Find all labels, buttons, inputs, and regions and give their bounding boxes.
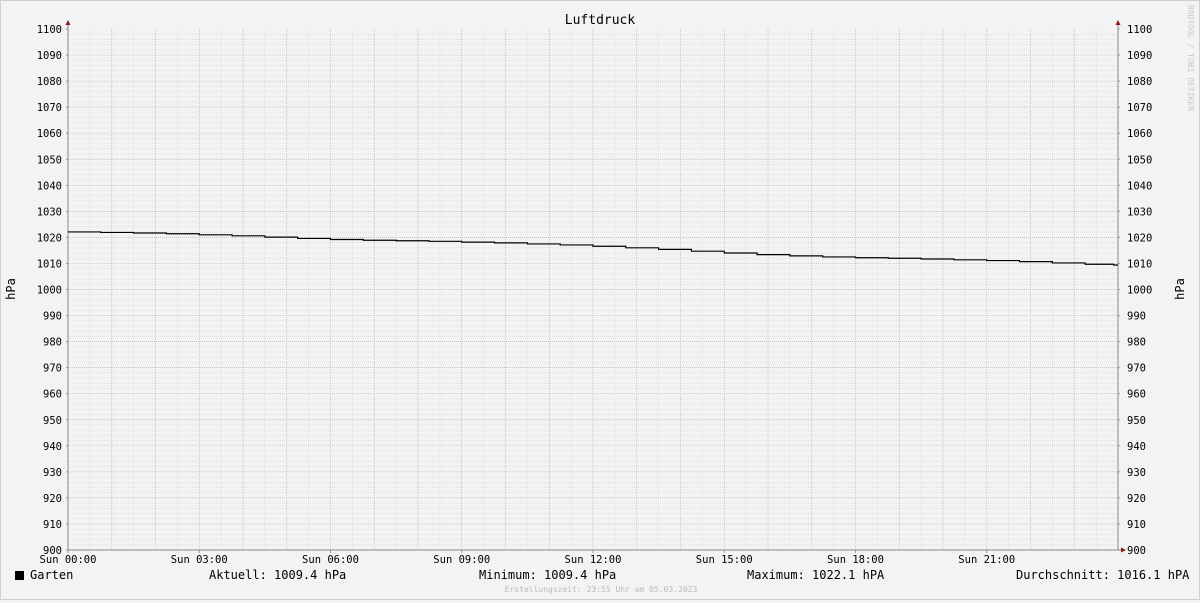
y-tick-label-left: 1050 <box>37 154 62 166</box>
x-tick-label: Sun 09:00 <box>433 554 490 566</box>
footer-timestamp: Erstellungszeit: 23:55 Uhr am 05.03.2023 <box>504 585 698 594</box>
y-tick-label-right: 900 <box>1127 545 1146 557</box>
y-tick-label-right: 1090 <box>1127 50 1152 62</box>
y-tick-label-right: 1040 <box>1127 180 1152 192</box>
legend-series-name: Garten <box>30 568 74 582</box>
y-tick-label-left: 920 <box>43 493 62 505</box>
y-tick-label-right: 950 <box>1127 415 1146 427</box>
y-tick-label-left: 1060 <box>37 128 62 140</box>
watermark: RRDTOOL / TOBI OETIKER <box>1186 5 1195 111</box>
y-tick-label-left: 1090 <box>37 50 62 62</box>
y-tick-label-right: 1070 <box>1127 102 1152 114</box>
y-tick-label-right: 1010 <box>1127 258 1152 270</box>
y-tick-label-left: 1070 <box>37 102 62 114</box>
x-tick-label: Sun 21:00 <box>958 554 1015 566</box>
y-axis-label-left: hPa <box>4 278 18 300</box>
y-tick-label-right: 960 <box>1127 389 1146 401</box>
y-tick-label-right: 940 <box>1127 441 1146 453</box>
y-tick-label-left: 970 <box>43 363 62 375</box>
x-tick-label: Sun 18:00 <box>827 554 884 566</box>
y-tick-label-left: 990 <box>43 311 62 323</box>
y-tick-label-left: 1080 <box>37 76 62 88</box>
y-tick-label-right: 920 <box>1127 493 1146 505</box>
y-tick-label-left: 910 <box>43 519 62 531</box>
chart-title: Luftdruck <box>565 13 636 28</box>
y-tick-label-right: 1050 <box>1127 154 1152 166</box>
y-tick-label-left: 950 <box>43 415 62 427</box>
y-tick-label-right: 1080 <box>1127 76 1152 88</box>
legend-swatch <box>15 571 24 580</box>
y-tick-label-right: 970 <box>1127 363 1146 375</box>
chart-frame: Luftdruck hPa hPa 900 910 920 930 940 950 960 9… <box>0 0 1200 600</box>
y-tick-label-right: 990 <box>1127 311 1146 323</box>
stat-maximum: Maximum: 1022.1 hPA <box>747 568 885 582</box>
legend-entry-garten: Garten <box>15 568 73 582</box>
y-tick-label-left: 960 <box>43 389 62 401</box>
y-tick-label-right: 980 <box>1127 337 1146 349</box>
y-tick-label-right: 910 <box>1127 519 1146 531</box>
y-axis-arrow-left <box>65 20 71 25</box>
y-tick-label-left: 1030 <box>37 206 62 218</box>
chart-svg: Luftdruck hPa hPa 900 910 920 930 940 950 960 9… <box>4 13 1187 566</box>
y-tick-label-left: 930 <box>43 467 62 479</box>
y-tick-label-left: 980 <box>43 337 62 349</box>
x-tick-label: Sun 03:00 <box>171 554 228 566</box>
x-tick-label: Sun 12:00 <box>565 554 622 566</box>
y-tick-label-right: 1060 <box>1127 128 1152 140</box>
stat-aktuell: Aktuell: 1009.4 hPa <box>209 568 347 582</box>
y-axis-arrow-right <box>1115 20 1121 25</box>
y-tick-label-right: 1000 <box>1127 285 1152 297</box>
y-tick-label-left: 1020 <box>37 232 62 244</box>
y-tick-label-right: 1020 <box>1127 232 1152 244</box>
x-axis-arrow <box>1121 547 1126 553</box>
x-tick-label: Sun 15:00 <box>696 554 753 566</box>
y-tick-label-left: 940 <box>43 441 62 453</box>
x-tick-label: Sun 00:00 <box>40 554 97 566</box>
series-line-garten <box>68 231 1118 266</box>
y-tick-label-left: 1000 <box>37 285 62 297</box>
y-axis-label-right: hPa <box>1173 278 1187 300</box>
y-tick-label-right: 1030 <box>1127 206 1152 218</box>
stat-durchschnitt: Durchschnitt: 1016.1 hPA <box>1016 568 1190 582</box>
y-tick-label-left: 1040 <box>37 180 62 192</box>
y-tick-label-right: 1100 <box>1127 24 1152 36</box>
y-tick-label-left: 1010 <box>37 258 62 270</box>
y-tick-label-left: 1100 <box>37 24 62 36</box>
y-tick-label-right: 930 <box>1127 467 1146 479</box>
stat-minimum: Minimum: 1009.4 hPa <box>479 568 617 582</box>
x-tick-label: Sun 06:00 <box>302 554 359 566</box>
